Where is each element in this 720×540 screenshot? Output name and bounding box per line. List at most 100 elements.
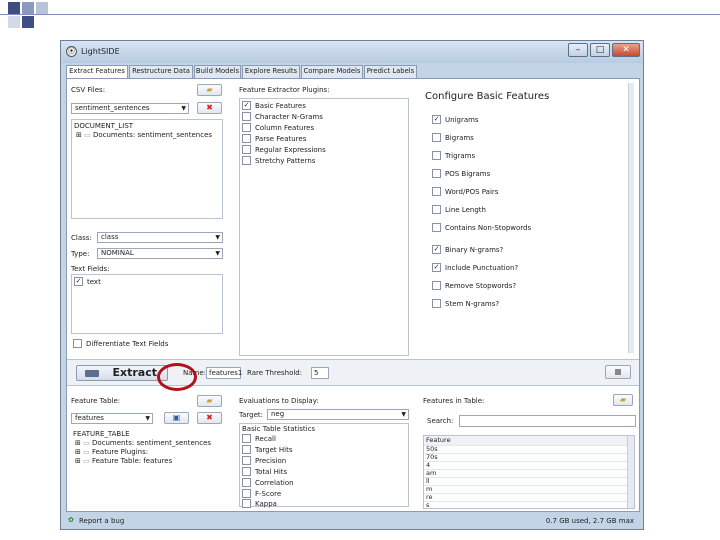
tree-item-label: Feature Plugins: [91,448,149,456]
tree-item-documents[interactable]: ⊞ ▭ Documents: sentiment_sentences [75,439,211,447]
plugin-checkbox-regex[interactable] [242,145,251,154]
eval-label: Recall [255,435,276,443]
plugin-checkbox-parse[interactable] [242,134,251,143]
features-table-scrollbar[interactable] [627,436,634,508]
feature-table-tree: FEATURE_TABLE ⊞ ▭ Documents: sentiment_s… [71,428,223,508]
config-checkbox-unigrams[interactable]: ✓ [432,115,441,124]
folder-icon: ▭ [83,448,90,456]
expand-icon[interactable]: ⊞ [75,448,81,456]
config-label: Unigrams [445,116,479,124]
open-csv-button[interactable]: ▰ [197,84,222,96]
title-bar: ⦿ LightSIDE – □ ✕ [61,41,643,63]
table-row[interactable]: 50s [424,446,634,454]
save-feature-table-button[interactable]: ▣ [164,412,189,424]
tab-restructure-data[interactable]: Restructure Data [129,65,193,78]
close-button[interactable]: ✕ [612,43,640,57]
configure-title: Configure Basic Features [425,91,550,102]
config-checkbox-line-length[interactable] [432,205,441,214]
eval-checkbox-recall[interactable] [242,434,251,443]
eval-checkbox-target-hits[interactable] [242,445,251,454]
config-checkbox-remove-stopwords[interactable] [432,281,441,290]
target-select[interactable]: neg ▼ [267,409,409,420]
remove-feature-table-button[interactable]: ✖ [197,412,222,424]
config-label: Line Length [445,206,486,214]
table-row[interactable]: re [424,494,634,502]
config-checkbox-bigrams[interactable] [432,133,441,142]
tab-build-models[interactable]: Build Models [194,65,241,78]
plugins-label: Feature Extractor Plugins: [239,86,330,94]
feature-search-input[interactable] [459,415,636,427]
plugin-checkbox-basic[interactable]: ✓ [242,101,251,110]
tree-item-documents[interactable]: ⊞ ▭ Documents: sentiment_sentences [76,131,212,139]
table-row[interactable]: 70s [424,454,634,462]
eval-label: Kappa [255,500,277,508]
plugin-label: Regular Expressions [255,146,326,154]
table-row[interactable]: am [424,470,634,478]
status-bar: ✿ Report a bug 0.7 GB used, 2.7 GB max [66,515,640,527]
table-row[interactable]: 4 [424,462,634,470]
config-checkbox-pos-bigrams[interactable] [432,169,441,178]
extract-button[interactable]: Extract [76,365,168,381]
maximize-button[interactable]: □ [590,43,610,57]
folder-icon: ▭ [83,457,90,465]
config-checkbox-non-stopwords[interactable] [432,223,441,232]
feature-name-input[interactable]: features1 [206,367,242,379]
table-row[interactable]: s [424,502,634,510]
tree-item-label: Documents: sentiment_sentences [91,439,212,447]
tab-predict-labels[interactable]: Predict Labels [364,65,417,78]
extract-features-panel: CSV Files: ▰ sentiment_sentences ▼ ✖ DOCU… [66,78,640,512]
eval-checkbox-kappa[interactable] [242,499,251,508]
table-row[interactable]: m [424,486,634,494]
config-checkbox-word-pos[interactable] [432,187,441,196]
eval-checkbox-fscore[interactable] [242,489,251,498]
class-select-value: class [101,233,119,241]
evaluations-group-header: Basic Table Statistics [242,425,316,433]
app-window: ⦿ LightSIDE – □ ✕ Extract Features Restr… [60,40,644,530]
memory-usage: 0.7 GB used, 2.7 GB max [545,517,634,525]
rare-threshold-input[interactable]: 5 [311,367,329,379]
export-features-button[interactable]: ▰ [613,394,633,406]
configure-scrollbar[interactable] [628,83,634,353]
config-label: POS Bigrams [445,170,491,178]
config-checkbox-stem[interactable] [432,299,441,308]
expand-icon[interactable]: ⊞ [76,131,82,139]
csv-select-value: sentiment_sentences [75,104,150,112]
tab-explore-results[interactable]: Explore Results [242,65,300,78]
folder-icon: ▰ [206,85,213,94]
remove-csv-button[interactable]: ✖ [197,102,222,114]
config-checkbox-binary[interactable]: ✓ [432,245,441,254]
report-bug-link[interactable]: Report a bug [79,517,124,525]
eval-checkbox-precision[interactable] [242,456,251,465]
decor-square [8,16,20,28]
eval-checkbox-correlation[interactable] [242,478,251,487]
tree-item-feature-table[interactable]: ⊞ ▭ Feature Table: features [75,457,172,465]
minimize-button[interactable]: – [568,43,588,57]
expand-icon[interactable]: ⊞ [75,439,81,447]
text-field-checkbox[interactable]: ✓ [74,277,83,286]
table-row[interactable]: ll [424,478,634,486]
feature-table-select[interactable]: features ▼ [71,413,153,424]
config-label: Contains Non-Stopwords [445,224,532,232]
plugin-label: Character N-Grams [255,113,323,121]
class-select[interactable]: class ▼ [97,232,223,243]
plugin-checkbox-column[interactable] [242,123,251,132]
type-select[interactable]: NOMINAL ▼ [97,248,223,259]
eval-label: F-Score [255,490,282,498]
tab-compare-models[interactable]: Compare Models [301,65,363,78]
tab-extract-features[interactable]: Extract Features [66,65,128,79]
plugin-checkbox-stretchy[interactable] [242,156,251,165]
eval-checkbox-total-hits[interactable] [242,467,251,476]
features-table-header[interactable]: Feature [424,436,634,446]
open-feature-table-button[interactable]: ▰ [197,395,222,407]
stop-button[interactable] [605,365,631,379]
config-checkbox-punctuation[interactable]: ✓ [432,263,441,272]
config-checkbox-trigrams[interactable] [432,151,441,160]
tree-item-plugins[interactable]: ⊞ ▭ Feature Plugins: [75,448,148,456]
csv-select[interactable]: sentiment_sentences ▼ [71,103,189,114]
expand-icon[interactable]: ⊞ [75,457,81,465]
config-label: Binary N-grams? [445,246,504,254]
plugin-label: Stretchy Patterns [255,157,316,165]
differentiate-checkbox[interactable] [73,339,82,348]
plugin-checkbox-char-ngrams[interactable] [242,112,251,121]
delete-icon: ✖ [206,413,213,422]
